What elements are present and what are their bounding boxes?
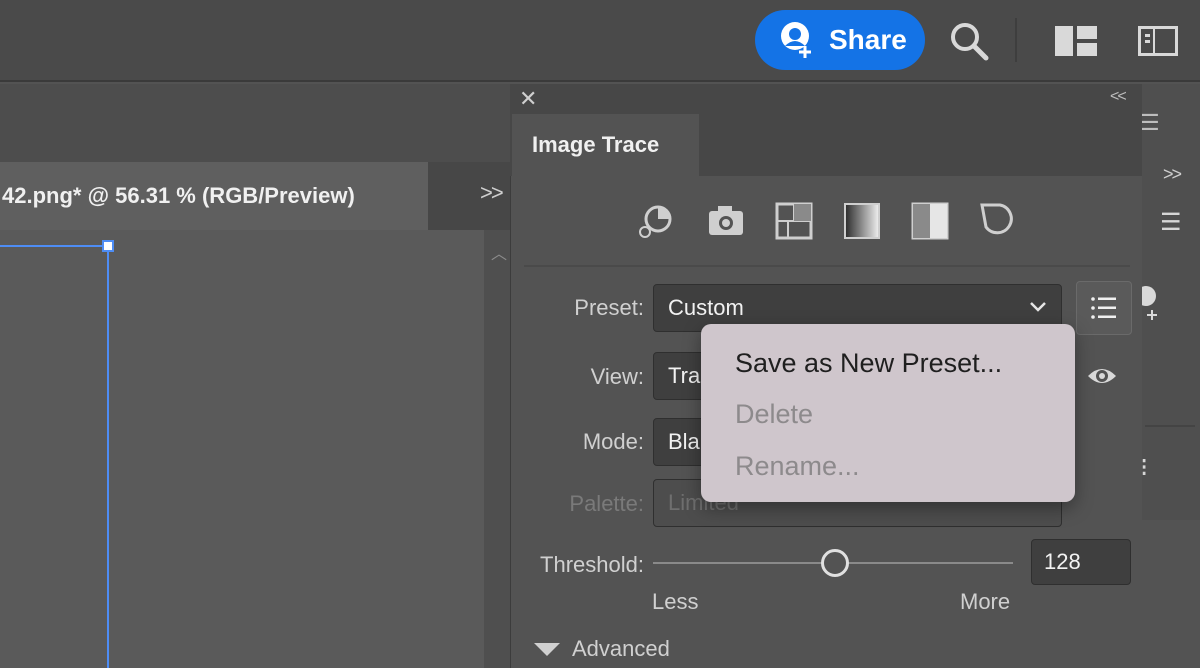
outline-icon[interactable] [978, 201, 1018, 241]
view-value: Tra [668, 363, 701, 388]
advanced-label: Advanced [572, 636, 670, 661]
preset-options-menu: Save as New Preset... Delete Rename... [701, 324, 1075, 502]
search-icon[interactable] [948, 20, 990, 62]
black-white-icon[interactable] [910, 201, 950, 241]
chevron-down-icon [1030, 302, 1046, 312]
panel-divider [524, 265, 1130, 267]
workspace-layout-icon[interactable] [1055, 26, 1097, 56]
preset-value: Custom [668, 295, 744, 320]
selection-edge-right [107, 246, 109, 668]
mode-label: Mode: [582, 429, 644, 454]
strip-lower-area [1142, 520, 1200, 668]
panel-toggle-icon[interactable] [1138, 26, 1178, 56]
strip-divider [1145, 425, 1195, 427]
preset-label: Preset: [574, 295, 644, 320]
share-button[interactable]: Share [755, 10, 925, 70]
document-tab-title: 42.png* @ 56.31 % (RGB/Preview) [2, 183, 355, 208]
toolbar-divider [1015, 18, 1017, 62]
threshold-more-label: More [960, 589, 1011, 614]
document-tabs-overflow[interactable]: >> [480, 180, 504, 206]
advanced-disclosure[interactable]: Advanced [534, 636, 670, 662]
tab-image-trace-label: Image Trace [532, 132, 660, 157]
preset-manager-button[interactable] [1076, 281, 1132, 335]
strip-overflow[interactable]: >> [1163, 164, 1182, 185]
low-color-icon[interactable] [774, 201, 814, 241]
share-user-icon [781, 22, 811, 58]
collapse-panel-icon[interactable]: << [1110, 88, 1127, 106]
menu-item-save-as-new-preset[interactable]: Save as New Preset... [735, 348, 1002, 379]
selection-edge-top [0, 245, 109, 247]
eye-icon[interactable] [1086, 362, 1118, 390]
close-icon[interactable]: ✕ [519, 86, 537, 112]
app-topbar [0, 0, 1200, 82]
grayscale-icon[interactable] [842, 201, 882, 241]
auto-color-icon[interactable] [636, 201, 676, 241]
mode-value: Bla [668, 429, 700, 454]
panel-menu-icon[interactable]: ☰ [1140, 110, 1160, 136]
threshold-input[interactable]: 128 [1031, 539, 1131, 585]
selection-handle[interactable] [102, 240, 114, 252]
document-tab[interactable]: 42.png* @ 56.31 % (RGB/Preview) [0, 162, 428, 230]
trace-preset-icons [636, 201, 1016, 241]
vertical-scrollbar[interactable] [484, 230, 510, 668]
panel-header [510, 84, 1142, 112]
scroll-up-arrow-icon[interactable]: ︿ [491, 240, 507, 264]
artboard-canvas[interactable] [0, 230, 484, 668]
add-person-icon[interactable] [1140, 284, 1164, 320]
tab-image-trace[interactable]: Image Trace [512, 114, 699, 176]
share-label: Share [829, 24, 907, 55]
threshold-label: Threshold: [540, 552, 644, 577]
palette-label: Palette: [569, 491, 644, 516]
threshold-value: 128 [1044, 549, 1081, 574]
document-toolbar [0, 84, 510, 162]
list-bullets-icon [1091, 297, 1116, 319]
view-label: View: [590, 364, 644, 389]
menu-item-delete: Delete [735, 399, 814, 429]
high-color-icon[interactable] [706, 201, 746, 241]
threshold-less-label: Less [652, 589, 699, 614]
menu-item-rename: Rename... [735, 451, 860, 481]
strip-menu-icon[interactable]: ☰ [1160, 208, 1182, 237]
threshold-slider-thumb[interactable] [821, 549, 849, 577]
disclosure-triangle-icon [534, 642, 560, 656]
